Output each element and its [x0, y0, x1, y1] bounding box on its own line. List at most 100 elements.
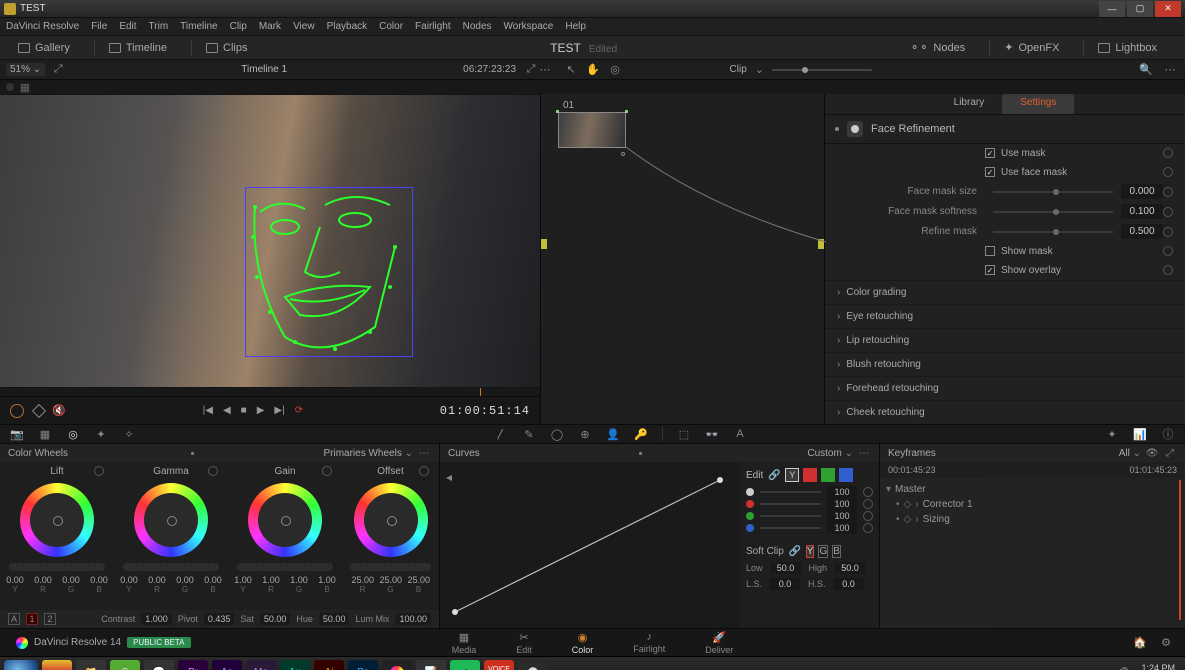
camera-raw-icon[interactable]: 📷 [10, 427, 24, 441]
section-color-grading[interactable]: Color grading [825, 280, 1185, 304]
play-button[interactable]: ▶ [257, 405, 265, 416]
taskbar-explorer[interactable]: 📁 [76, 660, 106, 670]
page-media[interactable]: ▦Media [452, 631, 477, 655]
grid-icon[interactable]: ▦ [18, 80, 32, 94]
maximize-button[interactable]: ▢ [1127, 1, 1153, 17]
tracker-icon[interactable]: ⊕ [578, 427, 592, 441]
face-mask-size-slider[interactable] [993, 191, 1113, 193]
hand-tool-icon[interactable]: ✋ [586, 63, 600, 77]
sc-g-chip[interactable]: G [818, 545, 828, 558]
node-graph[interactable]: 01 [540, 94, 825, 424]
taskbar-audition[interactable]: Au [280, 660, 310, 670]
search-icon[interactable]: 🔍 [1139, 63, 1153, 77]
channel-y-chip[interactable]: Y [785, 468, 799, 482]
wheel-value[interactable]: 25.00 [352, 575, 374, 585]
color-match-icon[interactable]: ▦ [38, 427, 52, 441]
show-mask-checkbox[interactable] [985, 246, 995, 256]
show-overlay-checkbox[interactable] [985, 265, 995, 275]
motion-effects-icon[interactable]: ✧ [122, 427, 136, 441]
sc-b-chip[interactable]: B [832, 545, 841, 558]
wheel-reset-icon[interactable] [322, 466, 332, 476]
playhead[interactable] [1179, 480, 1181, 620]
page-edit[interactable]: ✂Edit [516, 631, 532, 655]
page-deliver[interactable]: 🚀Deliver [705, 631, 733, 655]
offset-wheel[interactable] [354, 483, 428, 557]
kf-sizing-row[interactable]: •◇›Sizing [886, 512, 984, 527]
first-frame-button[interactable]: |◀ [203, 405, 213, 416]
use-face-mask-checkbox[interactable] [985, 167, 995, 177]
page2-toggle[interactable]: 2 [44, 613, 56, 625]
viewer[interactable] [0, 94, 540, 388]
menu-davinci[interactable]: DaVinci Resolve [6, 21, 79, 32]
gallery-button[interactable]: Gallery [10, 40, 78, 56]
taskbar-chrome[interactable] [42, 660, 72, 670]
sc-high-value[interactable]: 50.0 [835, 562, 865, 574]
next-frame-button[interactable]: ▶| [274, 405, 284, 416]
channel-intensity-slider[interactable] [760, 515, 821, 517]
nodes-button[interactable]: ⚬⚬Nodes [902, 39, 973, 56]
face-mask-softness-slider[interactable] [993, 211, 1113, 213]
channel-b-chip[interactable] [839, 468, 853, 482]
wheel-value[interactable]: 25.00 [408, 575, 430, 585]
kf-corrector-row[interactable]: •◇›Corrector 1 [886, 497, 984, 512]
channel-intensity-slider[interactable] [760, 491, 821, 493]
taskbar-photoshop[interactable]: Ps [348, 660, 378, 670]
menu-help[interactable]: Help [565, 21, 586, 32]
data-burn-icon[interactable]: A [733, 427, 747, 441]
rgb-mixer-icon[interactable]: ✦ [94, 427, 108, 441]
link-icon[interactable]: 🔗 [767, 468, 781, 482]
home-icon[interactable]: 🏠 [1133, 636, 1147, 650]
use-mask-kf-icon[interactable] [1163, 148, 1173, 158]
channel-kf-icon[interactable] [863, 499, 873, 509]
node-output-port-icon[interactable] [621, 152, 625, 156]
menu-playback[interactable]: Playback [327, 21, 368, 32]
channel-g-chip[interactable] [821, 468, 835, 482]
lift-jog[interactable] [9, 563, 104, 571]
wheel-value[interactable]: 0.00 [146, 575, 168, 585]
fit-icon[interactable]: ⤢ [51, 63, 65, 77]
refine-mask-slider[interactable] [993, 231, 1113, 233]
sc-low-value[interactable]: 50.0 [771, 562, 801, 574]
menu-view[interactable]: View [293, 21, 315, 32]
menu-mark[interactable]: Mark [259, 21, 281, 32]
page-color[interactable]: ◉Color [572, 631, 594, 655]
wheel-reset-icon[interactable] [208, 466, 218, 476]
taskbar-app2[interactable]: ⬤ [518, 660, 548, 670]
wheel-reset-icon[interactable] [419, 466, 429, 476]
stop-button[interactable]: ■ [241, 405, 247, 416]
sat-value[interactable]: 50.00 [260, 613, 291, 625]
channel-swatch[interactable] [746, 500, 754, 508]
softclip-link-icon[interactable]: 🔗 [788, 544, 802, 558]
wheel-value[interactable]: 0.00 [88, 575, 110, 585]
selection-tool-icon[interactable]: ↖ [564, 63, 578, 77]
a-toggle[interactable]: A [8, 613, 20, 625]
section-lip-retouching[interactable]: Lip retouching [825, 328, 1185, 352]
channel-swatch[interactable] [746, 524, 754, 532]
sizing-icon[interactable]: ⬚ [677, 427, 691, 441]
node-thumbnail[interactable] [558, 112, 626, 148]
menu-nodes[interactable]: Nodes [463, 21, 492, 32]
kf-eye-icon[interactable]: 👁 [1145, 446, 1159, 460]
curve-editor[interactable] [440, 462, 740, 628]
taskbar-discord[interactable]: 💬 [144, 660, 174, 670]
section-cheek-retouching[interactable]: Cheek retouching [825, 400, 1185, 424]
wheels-mode-select[interactable]: Primaries Wheels [323, 448, 413, 459]
menu-color[interactable]: Color [379, 21, 403, 32]
kf-master-row[interactable]: ▾Master [886, 482, 984, 497]
show-mask-kf-icon[interactable] [1163, 246, 1173, 256]
keyframes-timeline[interactable] [990, 478, 1185, 628]
section-forehead-retouching[interactable]: Forehead retouching [825, 376, 1185, 400]
face-mask-softness-value[interactable]: 0.100 [1121, 204, 1163, 219]
prev-frame-button[interactable]: ◀ [223, 405, 231, 416]
wheel-value[interactable]: 0.00 [60, 575, 82, 585]
taskbar-illustrator[interactable]: Ai [314, 660, 344, 670]
use-mask-checkbox[interactable] [985, 148, 995, 158]
tray-clock[interactable]: 1:24 PM4/28/2017 [1135, 663, 1175, 670]
bypass-icon[interactable] [6, 83, 14, 91]
wheel-reset-icon[interactable] [94, 466, 104, 476]
more2-icon[interactable]: ⋯ [1163, 63, 1177, 77]
show-overlay-kf-icon[interactable] [1163, 265, 1173, 275]
inspector-header[interactable]: Face Refinement [825, 115, 1185, 144]
lift-wheel[interactable] [20, 483, 94, 557]
menu-file[interactable]: File [91, 21, 107, 32]
